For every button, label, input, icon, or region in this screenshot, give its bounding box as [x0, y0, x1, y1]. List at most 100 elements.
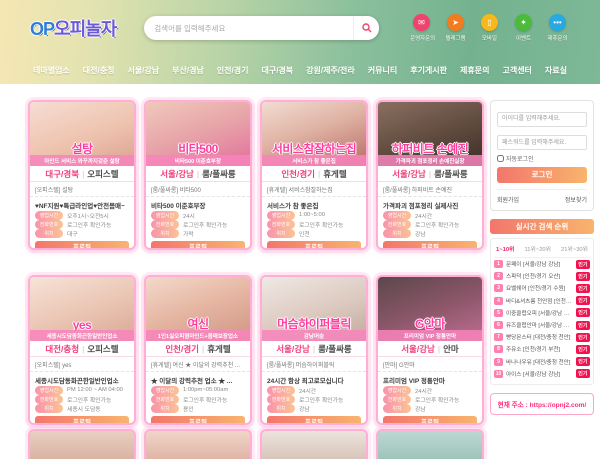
nav-item[interactable]: 자료실	[545, 65, 567, 76]
ranking-item[interactable]: 1 문페이 [서울/강남 강남] 인기	[494, 258, 590, 270]
nav-item[interactable]: 고객센터	[502, 65, 531, 76]
nav-item[interactable]: 인천/경기	[217, 65, 249, 76]
search-input[interactable]	[144, 24, 353, 33]
shop-card[interactable]: 서비스참잘하는집 서비스가 참 좋은집 인천/경기 | 휴게텔 [휴게텔] 서비…	[260, 100, 368, 250]
nav-item[interactable]: 제휴문의	[460, 65, 489, 76]
shop-region: 대전/충청	[45, 343, 79, 355]
profile-button[interactable]: 프로필	[383, 241, 477, 251]
shop-phone-row: 전화번호 로그인후 확인가능	[146, 220, 250, 229]
ranking-item[interactable]: 8 주유소 [인천/경기 부천] 인기	[494, 343, 590, 355]
rank-number: 3	[494, 284, 503, 292]
region-separator: |	[82, 169, 84, 179]
ranking-tab-3[interactable]: 21위~30위	[561, 244, 588, 253]
auto-login-checkbox[interactable]	[497, 155, 504, 162]
shop-card[interactable]: G안마 프리미엄 VIP 정통안마 서울/강남 | 안마 [안마] G안마 프리…	[376, 275, 484, 425]
phone-label: 전화번호	[35, 220, 63, 229]
shop-region-line: 서울/강남 | 룸/풀싸롱	[262, 341, 366, 357]
profile-button[interactable]: 프로필	[267, 241, 361, 251]
rank-label: 요벨쉐어 [인천/경기 수원]	[506, 284, 573, 292]
rank-badge: 인기	[576, 260, 590, 269]
shop-card[interactable]: yes 세종시도담동화끈한일반인업소 대전/충청 | 오피스텔 [오피스텔] y…	[28, 275, 136, 425]
ranking-item[interactable]: 5 이중클럽오피 [서울/강남 강남] 인기	[494, 307, 590, 319]
shop-photo-subtitle: 프리미엄 VIP 정통안마	[378, 330, 482, 341]
login-button[interactable]: 로그인	[497, 167, 587, 183]
login-password-input[interactable]	[497, 135, 587, 150]
region-separator: |	[438, 344, 440, 354]
login-id-input[interactable]	[497, 112, 587, 127]
rank-badge: 인기	[576, 308, 590, 317]
shop-card-teaser[interactable]	[260, 429, 368, 459]
ranking-item[interactable]: 10 아이스 [서울/강남 강남] 인기	[494, 368, 590, 380]
shop-description: 24시간 항상 최고로모십니다	[262, 372, 366, 386]
quick-link[interactable]: ➤ 텔레그램	[443, 14, 468, 42]
quick-link-label: 텔레그램	[444, 33, 467, 41]
shop-photo-subtitle: 서비스가 참 좋은집	[262, 155, 366, 166]
profile-button[interactable]: 프로필	[35, 416, 129, 426]
profile-button[interactable]: 프로필	[151, 241, 245, 251]
ranking-item[interactable]: 7 빵당몬스터 [대전/충청 천안] 인기	[494, 331, 590, 343]
nav-item[interactable]: 대구/경북	[261, 65, 293, 76]
find-info-link[interactable]: 정보찾기	[565, 195, 587, 204]
shop-card-teaser[interactable]	[28, 429, 136, 459]
quick-link-icon: ▯	[481, 14, 498, 31]
location-label: 위치	[267, 404, 295, 413]
ranking-item[interactable]: 2 스파덕 [인천/경기 오산] 인기	[494, 270, 590, 282]
ranking-item[interactable]: 9 바나나우유 [대전/충청 천안] 인기	[494, 356, 590, 368]
hours-label: 영업시간	[151, 386, 179, 395]
quick-link[interactable]: ••• 제휴문의	[545, 14, 570, 42]
shop-hours-row: 영업시간 오후1시~오전5시	[30, 211, 134, 220]
shop-category: 룸/풀싸롱	[202, 168, 236, 180]
location-label: 위치	[383, 404, 411, 413]
signup-link[interactable]: 회원가입	[497, 195, 519, 204]
card-grid-column: 설탕 마인드 서비스 와꾸까지갖춘 설탕 대구/경북 | 오피스텔 [오피스텔]…	[28, 100, 484, 459]
ranking-item[interactable]: 3 요벨쉐어 [인천/경기 수원] 인기	[494, 282, 590, 294]
nav-item[interactable]: 테마별업소	[33, 65, 70, 76]
ranking-box: 1~10위 11위~20위 21위~30위 1 문페이 [서울/강남 강남] 인…	[490, 238, 594, 385]
shop-hours-row: 영업시간 24시간	[262, 386, 366, 395]
ranking-tab-2[interactable]: 11위~20위	[524, 244, 551, 253]
ranking-tab-1[interactable]: 1~10위	[496, 244, 514, 253]
rank-number: 5	[494, 309, 503, 317]
phone-value: 로그인후 확인가능	[299, 395, 343, 404]
shop-category: 룸/풀싸롱	[318, 343, 352, 355]
shop-card-teaser[interactable]	[144, 429, 252, 459]
shop-card[interactable]: 설탕 마인드 서비스 와꾸까지갖춘 설탕 대구/경북 | 오피스텔 [오피스텔]…	[28, 100, 136, 250]
nav-item[interactable]: 강원/제주/전라	[306, 65, 355, 76]
shop-hours-row: 영업시간 24시간	[378, 211, 482, 220]
profile-button[interactable]: 프로필	[151, 416, 245, 426]
location-label: 위치	[35, 404, 63, 413]
nav-item[interactable]: 서울/강남	[127, 65, 159, 76]
shop-card-teaser[interactable]	[376, 429, 484, 459]
nav-item[interactable]: 후기게시판	[410, 65, 447, 76]
shop-card[interactable]: 여신 1인1실오피형마인드+몸매보장업소 인천/경기 | 휴게텔 [휴게텔] 여…	[144, 275, 252, 425]
shop-photo-subtitle: 1인1실오피형마인드+몸매보장업소	[146, 330, 250, 341]
ranking-item[interactable]: 6 뮤즈클럽안마 [서울/강남 강남] 인기	[494, 319, 590, 331]
quick-link[interactable]: ✦ 이벤트	[511, 14, 536, 42]
profile-button[interactable]: 프로필	[383, 416, 477, 426]
profile-button[interactable]: 프로필	[35, 241, 129, 251]
site-logo[interactable]: OP오피놀자	[30, 15, 116, 41]
profile-button[interactable]: 프로필	[267, 416, 361, 426]
search-button[interactable]	[353, 16, 379, 40]
shop-region-line: 대전/충청 | 오피스텔	[30, 341, 134, 357]
ranking-item[interactable]: 4 바디&셔츠룸 천안점 [인천/경기 인천] 인기	[494, 295, 590, 307]
nav-item[interactable]: 부산/경남	[172, 65, 204, 76]
address-label: 현재 주소 :	[498, 402, 528, 409]
quick-link[interactable]: ✉ 운영자문의	[409, 14, 434, 42]
rank-badge: 인기	[576, 296, 590, 305]
phone-label: 전화번호	[267, 220, 295, 229]
nav-item[interactable]: 커뮤니티	[368, 65, 397, 76]
location-value: 강남	[299, 404, 310, 413]
quick-link[interactable]: ▯ 모바일	[477, 14, 502, 42]
nav-item[interactable]: 대전/충청	[83, 65, 115, 76]
shop-phone-row: 전화번호 로그인후 확인가능	[262, 220, 366, 229]
location-value: 강남	[415, 229, 426, 238]
location-value: 가락	[183, 229, 194, 238]
shop-tagline: [룸/풀싸롱] 머슴하이퍼블릭	[262, 357, 366, 372]
shop-card[interactable]: 머슴하이퍼블릭 강남머슴 서울/강남 | 룸/풀싸롱 [룸/풀싸롱] 머슴하이퍼…	[260, 275, 368, 425]
shop-card[interactable]: 하퍼비트 손예진 가격파괴 점포정리 손예진실장 서울/강남 | 룸/풀싸롱 […	[376, 100, 484, 250]
shop-category: 오피스텔	[87, 168, 118, 180]
address-url[interactable]: https://opnj2.com/	[530, 402, 587, 409]
rank-badge: 인기	[576, 272, 590, 281]
shop-card[interactable]: 비타500 비타500 이준호부장 서울/강남 | 룸/풀싸롱 [룸/풀싸롱] …	[144, 100, 252, 250]
